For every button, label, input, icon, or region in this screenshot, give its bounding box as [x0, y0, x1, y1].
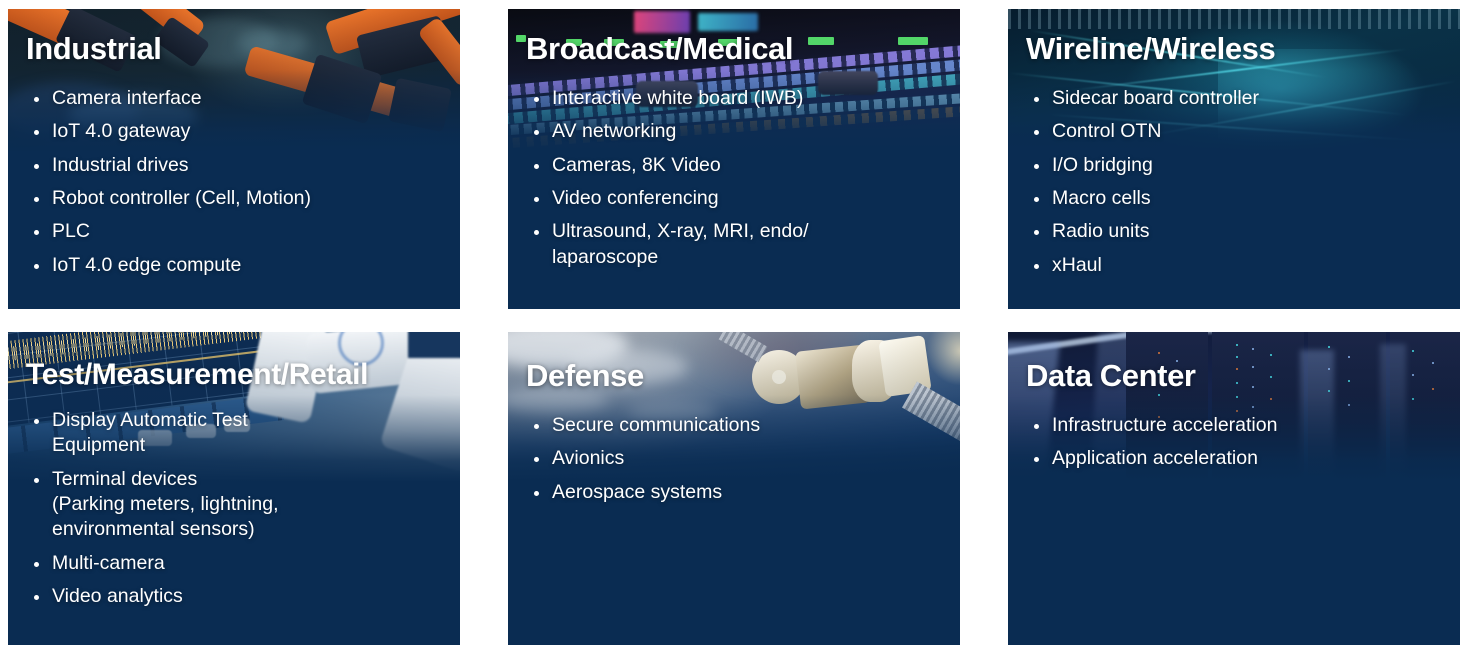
list-item: Camera interface	[26, 86, 442, 111]
bullet-list: Secure communications Avionics Aerospace…	[526, 413, 942, 505]
list-item: Cameras, 8K Video	[526, 153, 942, 178]
list-item: Sidecar board controller	[1026, 86, 1442, 111]
card-title: Wireline/Wireless	[1026, 31, 1276, 66]
bullet-list: Camera interface IoT 4.0 gateway Industr…	[26, 86, 442, 278]
card-test-measurement-retail[interactable]: Test/Measurement/Retail Display Automati…	[8, 332, 460, 645]
list-item: Video analytics	[26, 584, 442, 609]
card-data-center[interactable]: Data Center Infrastructure acceleration …	[1008, 332, 1460, 645]
list-item: AV networking	[526, 119, 942, 144]
list-item: Interactive white board (IWB)	[526, 86, 942, 111]
list-item: Infrastructure acceleration	[1026, 413, 1442, 438]
list-item: Application acceleration	[1026, 446, 1442, 471]
bullet-list: Sidecar board controller Control OTN I/O…	[1026, 86, 1442, 278]
list-item: Display Automatic Test Equipment	[26, 408, 442, 459]
list-item: Robot controller (Cell, Motion)	[26, 186, 442, 211]
list-item: PLC	[26, 219, 442, 244]
list-item: xHaul	[1026, 253, 1442, 278]
list-item: Radio units	[1026, 219, 1442, 244]
bullet-list: Infrastructure acceleration Application …	[1026, 413, 1442, 472]
bullet-list: Display Automatic Test Equipment Termina…	[26, 408, 442, 609]
card-title: Defense	[526, 358, 644, 393]
list-item: Control OTN	[1026, 119, 1442, 144]
card-title: Test/Measurement/Retail	[26, 358, 369, 391]
card-broadcast-medical[interactable]: Broadcast/Medical Interactive white boar…	[508, 9, 960, 309]
card-grid: Industrial Camera interface IoT 4.0 gate…	[0, 0, 1467, 658]
card-title: Broadcast/Medical	[526, 31, 794, 66]
bullet-list: Interactive white board (IWB) AV network…	[526, 86, 942, 270]
list-item: I/O bridging	[1026, 153, 1442, 178]
list-item: Multi-camera	[26, 551, 442, 576]
list-item: Macro cells	[1026, 186, 1442, 211]
card-industrial[interactable]: Industrial Camera interface IoT 4.0 gate…	[8, 9, 460, 309]
card-title: Data Center	[1026, 358, 1196, 393]
list-item: Aerospace systems	[526, 480, 942, 505]
card-wireline-wireless[interactable]: Wireline/Wireless Sidecar board controll…	[1008, 9, 1460, 309]
list-item: Terminal devices (Parking meters, lightn…	[26, 467, 442, 543]
list-item: Secure communications	[526, 413, 942, 438]
list-item: Avionics	[526, 446, 942, 471]
list-item: Industrial drives	[26, 153, 442, 178]
list-item: IoT 4.0 edge compute	[26, 253, 442, 278]
card-title: Industrial	[26, 31, 162, 66]
list-item: IoT 4.0 gateway	[26, 119, 442, 144]
list-item: Video conferencing	[526, 186, 942, 211]
card-defense[interactable]: Defense Secure communications Avionics A…	[508, 332, 960, 645]
list-item: Ultrasound, X-ray, MRI, endo/ laparoscop…	[526, 219, 942, 270]
